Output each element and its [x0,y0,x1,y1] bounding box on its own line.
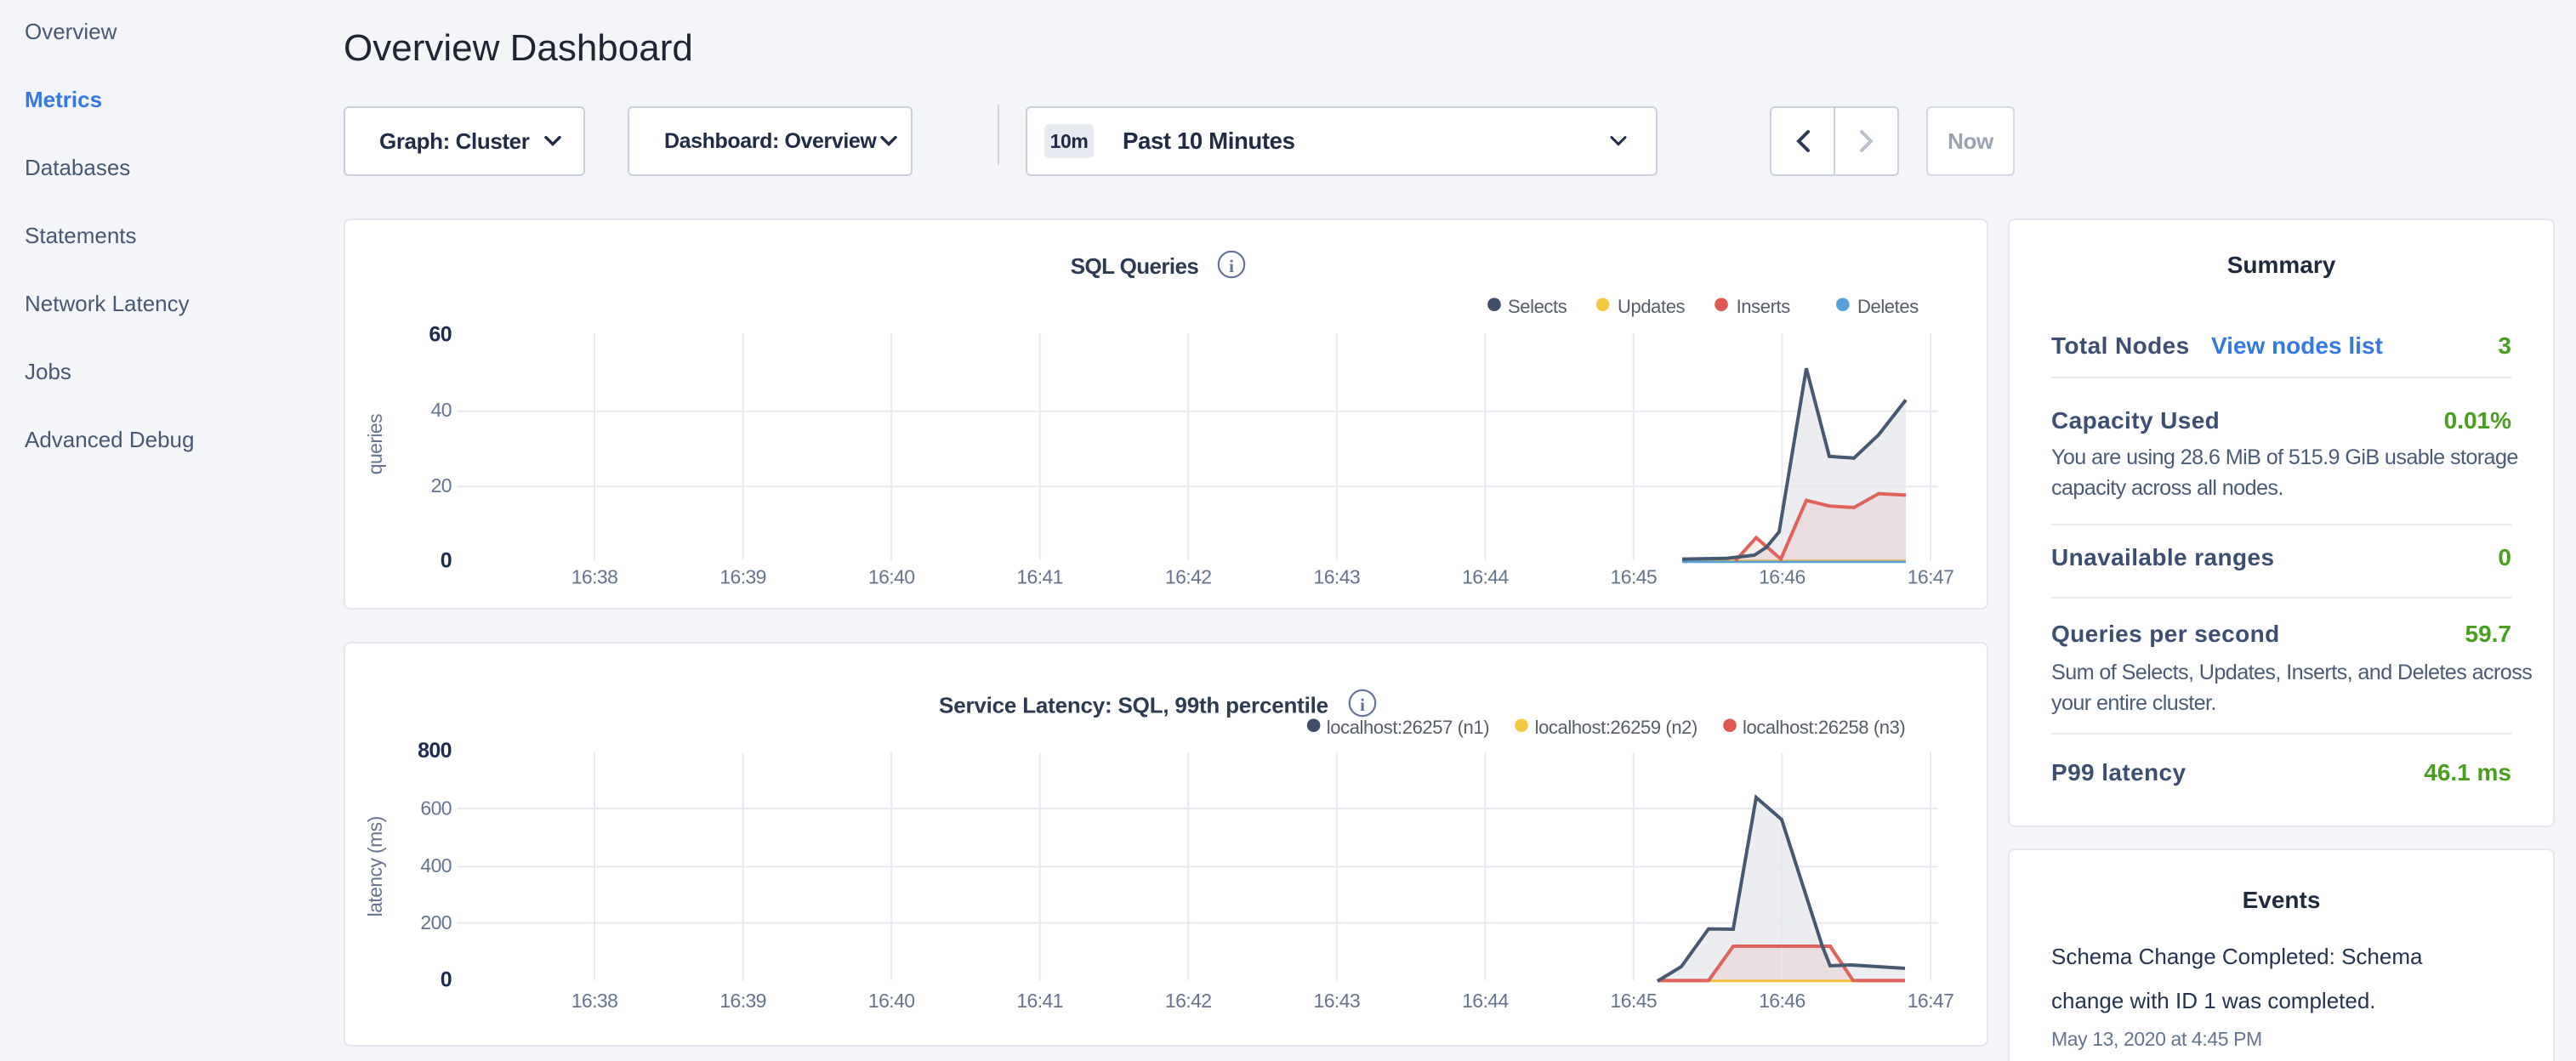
svg-text:16:43: 16:43 [1314,566,1361,588]
svg-text:400: 400 [420,854,452,877]
svg-text:800: 800 [418,739,452,763]
svg-text:16:46: 16:46 [1759,990,1805,1012]
svg-text:i: i [1229,256,1234,276]
svg-text:16:40: 16:40 [868,990,915,1012]
svg-text:60: 60 [429,322,452,346]
svg-text:localhost:26257 (n1): localhost:26257 (n1) [1327,717,1489,738]
svg-text:0: 0 [441,548,452,572]
svg-text:600: 600 [420,797,452,820]
svg-text:16:38: 16:38 [571,990,618,1012]
svg-text:Updates: Updates [1618,296,1686,317]
svg-text:200: 200 [420,911,452,933]
svg-text:16:47: 16:47 [1908,990,1954,1012]
svg-text:16:38: 16:38 [571,566,618,588]
svg-text:Service Latency: SQL, 99th per: Service Latency: SQL, 99th percentile [939,692,1328,718]
svg-text:SQL Queries: SQL Queries [1071,253,1199,279]
svg-text:0: 0 [441,967,452,991]
svg-text:i: i [1360,695,1365,715]
svg-text:16:44: 16:44 [1462,990,1509,1012]
svg-text:16:47: 16:47 [1908,566,1954,588]
svg-text:16:42: 16:42 [1165,566,1212,588]
svg-text:localhost:26258 (n3): localhost:26258 (n3) [1743,717,1905,738]
svg-text:40: 40 [431,399,452,421]
svg-text:Selects: Selects [1508,296,1567,317]
svg-text:16:40: 16:40 [868,566,915,588]
svg-text:16:41: 16:41 [1016,566,1063,588]
svg-text:queries: queries [364,414,386,474]
svg-text:20: 20 [431,474,452,496]
svg-text:16:39: 16:39 [719,990,766,1012]
svg-text:16:44: 16:44 [1462,566,1509,588]
svg-text:16:43: 16:43 [1314,990,1361,1012]
svg-text:16:39: 16:39 [719,566,766,588]
svg-text:Inserts: Inserts [1737,296,1791,317]
svg-text:16:42: 16:42 [1165,990,1212,1012]
svg-text:latency (ms): latency (ms) [364,816,386,916]
svg-text:16:45: 16:45 [1611,566,1658,588]
svg-text:16:45: 16:45 [1611,990,1658,1012]
svg-text:Deletes: Deletes [1857,296,1919,317]
svg-text:16:46: 16:46 [1759,566,1805,588]
svg-text:16:41: 16:41 [1016,990,1063,1012]
svg-text:localhost:26259 (n2): localhost:26259 (n2) [1535,717,1697,738]
